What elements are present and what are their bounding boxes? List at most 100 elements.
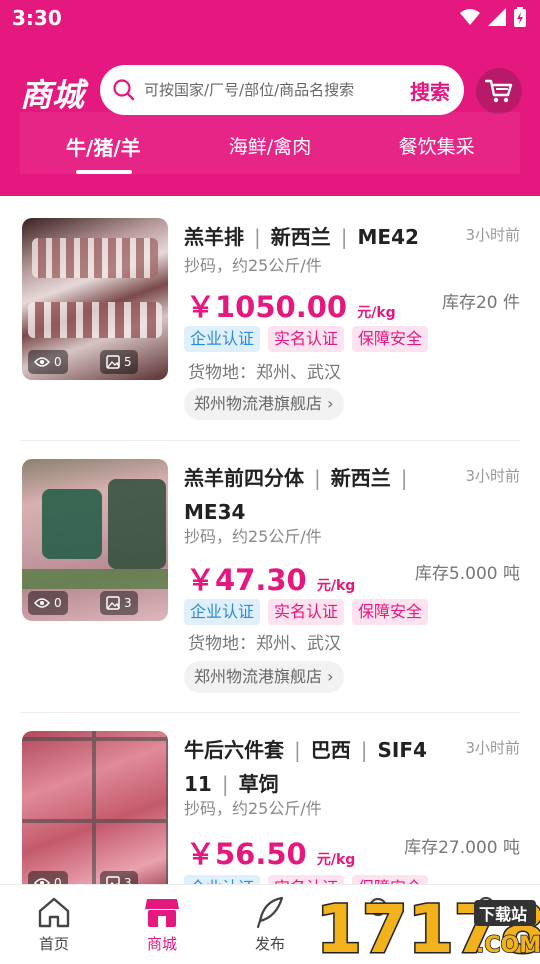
image-count: 3	[124, 596, 132, 610]
title-name: 牛后六件套	[184, 738, 284, 762]
posted-time: 3小时前	[465, 226, 520, 244]
product-title: 羔羊前四分体 | 新西兰 | ME34	[184, 461, 454, 529]
tag-realname-verified: 实名认证	[268, 599, 345, 625]
signal-icon	[488, 8, 506, 26]
nav-home-label: 首页	[38, 935, 69, 953]
goods-location: 货物地：郑州、武汉	[188, 634, 341, 654]
image-icon	[106, 876, 120, 884]
chevron-right-icon: ›	[327, 667, 334, 686]
product-price: ￥56.50 元/kg	[186, 831, 355, 873]
image-count: 3	[124, 876, 132, 884]
shop-link[interactable]: 郑州物流港旗舰店 ›	[184, 661, 344, 693]
price-unit: 元/kg	[316, 852, 356, 868]
divider	[20, 440, 520, 441]
search-icon	[113, 79, 135, 101]
eye-icon	[34, 878, 50, 884]
title-separator: |	[254, 225, 261, 249]
image-count: 5	[124, 355, 132, 369]
title-separator: |	[221, 772, 229, 796]
watermark-graphic: 17178 下载站 .COM	[315, 890, 540, 964]
search-button[interactable]: 搜索	[410, 76, 450, 105]
watermark-logo: 17178 下载站 .COM	[310, 890, 540, 964]
title-factory: ME42	[357, 225, 419, 249]
title-country: 新西兰	[330, 466, 391, 490]
shop-name: 郑州物流港旗舰店	[194, 394, 323, 413]
price-value: ￥47.30	[186, 563, 307, 597]
status-time: 3:30	[12, 6, 62, 30]
tab-seafood-poultry[interactable]: 海鲜/禽肉	[187, 112, 354, 174]
tag-group: 企业认证 实名认证 保障安全	[184, 599, 429, 625]
view-count: 0	[54, 355, 62, 369]
battery-icon	[514, 7, 526, 27]
product-spec: 抄码，约25公斤/件	[184, 256, 322, 275]
title-separator: |	[340, 225, 348, 249]
shop-icon	[145, 899, 179, 927]
product-spec: 抄码，约25公斤/件	[184, 527, 322, 546]
title-country: 新西兰	[270, 225, 331, 249]
tag-guaranteed: 保障安全	[352, 326, 429, 352]
product-image[interactable]: 0 3	[22, 731, 168, 884]
title-separator: |	[400, 466, 408, 490]
product-price: ￥47.30 元/kg	[186, 557, 355, 599]
eye-icon	[34, 598, 50, 608]
divider	[20, 712, 520, 713]
image-icon	[106, 596, 120, 610]
image-count-badge: 5	[100, 350, 138, 374]
search-input[interactable]: 可按国家/厂号/部位/商品名搜索	[144, 79, 354, 100]
nav-home[interactable]: 首页	[0, 885, 108, 961]
product-image[interactable]: 0 3	[22, 459, 168, 621]
product-list[interactable]: 0 5 羔羊排 | 新西兰 | ME42 3小时前 抄码，约25公斤/件 ￥1050.0…	[0, 196, 540, 884]
title-separator: |	[314, 466, 321, 490]
top-header: 3:30 商城 可按国家/厂号/部位/商品名搜索 搜索 牛/猪/羊 海鲜/禽肉 …	[0, 0, 540, 196]
wifi-icon	[460, 9, 480, 25]
product-price: ￥1050.00 元/kg	[186, 284, 396, 326]
image-count-badge: 3	[100, 871, 138, 884]
price-value: ￥56.50	[186, 837, 307, 871]
tab-beef-pork-lamb[interactable]: 牛/猪/羊	[20, 112, 187, 174]
title-name: 羔羊前四分体	[184, 466, 304, 490]
nav-mall-label: 商城	[146, 935, 177, 953]
product-title: 羔羊排 | 新西兰 | ME42	[184, 220, 454, 254]
cart-icon	[485, 79, 513, 103]
price-unit: 元/kg	[316, 578, 356, 594]
tag-realname-verified: 实名认证	[268, 875, 345, 884]
view-count-badge: 0	[28, 350, 68, 374]
cart-button[interactable]	[476, 68, 522, 114]
view-count-badge: 0	[28, 591, 68, 615]
product-title: 牛后六件套 | 巴西 | SIF4 11 | 草饲	[184, 733, 454, 801]
image-icon	[106, 355, 120, 369]
posted-time: 3小时前	[465, 467, 520, 485]
posted-time: 3小时前	[465, 739, 520, 757]
tab-catering-procurement[interactable]: 餐饮集采	[353, 112, 520, 174]
search-bar[interactable]: 可按国家/厂号/部位/商品名搜索 搜索	[100, 65, 464, 115]
title-factory: ME34	[184, 500, 246, 524]
title-feed-type: 草饲	[238, 772, 279, 796]
shop-link[interactable]: 郑州物流港旗舰店 ›	[184, 388, 344, 420]
nav-publish-label: 发布	[254, 935, 285, 953]
nav-publish[interactable]: 发布	[216, 885, 324, 961]
tag-enterprise-verified: 企业认证	[184, 326, 261, 352]
nav-mall[interactable]: 商城	[108, 885, 216, 961]
active-tab-indicator	[76, 170, 132, 174]
tag-guaranteed: 保障安全	[352, 875, 429, 884]
product-card[interactable]: 0 3 牛后六件套 | 巴西 | SIF4 11 | 草饲 3小时前 抄码，约25公斤/件 …	[20, 731, 520, 884]
product-spec: 抄码，约25公斤/件	[184, 799, 322, 818]
stock-info: 库存5.000 吨	[414, 564, 520, 584]
stock-info: 库存27.000 吨	[404, 838, 520, 858]
image-count-badge: 3	[100, 591, 138, 615]
price-value: ￥1050.00	[186, 290, 348, 324]
title-country: 巴西	[310, 738, 351, 762]
status-bar: 3:30	[0, 0, 540, 36]
stock-info: 库存20 件	[441, 293, 520, 313]
product-card[interactable]: 0 3 羔羊前四分体 | 新西兰 | ME34 3小时前 抄码，约25公斤/件 ￥47.…	[20, 459, 520, 709]
product-card[interactable]: 0 5 羔羊排 | 新西兰 | ME42 3小时前 抄码，约25公斤/件 ￥1050.0…	[20, 218, 520, 438]
feather-pen-icon	[256, 896, 284, 929]
tag-guaranteed: 保障安全	[352, 599, 429, 625]
view-count: 0	[54, 876, 62, 884]
title-separator: |	[294, 738, 301, 762]
tag-enterprise-verified: 企业认证	[184, 875, 261, 884]
chevron-right-icon: ›	[327, 394, 334, 413]
view-count: 0	[54, 596, 62, 610]
product-image[interactable]: 0 5	[22, 218, 168, 380]
goods-location: 货物地：郑州、武汉	[188, 363, 341, 383]
